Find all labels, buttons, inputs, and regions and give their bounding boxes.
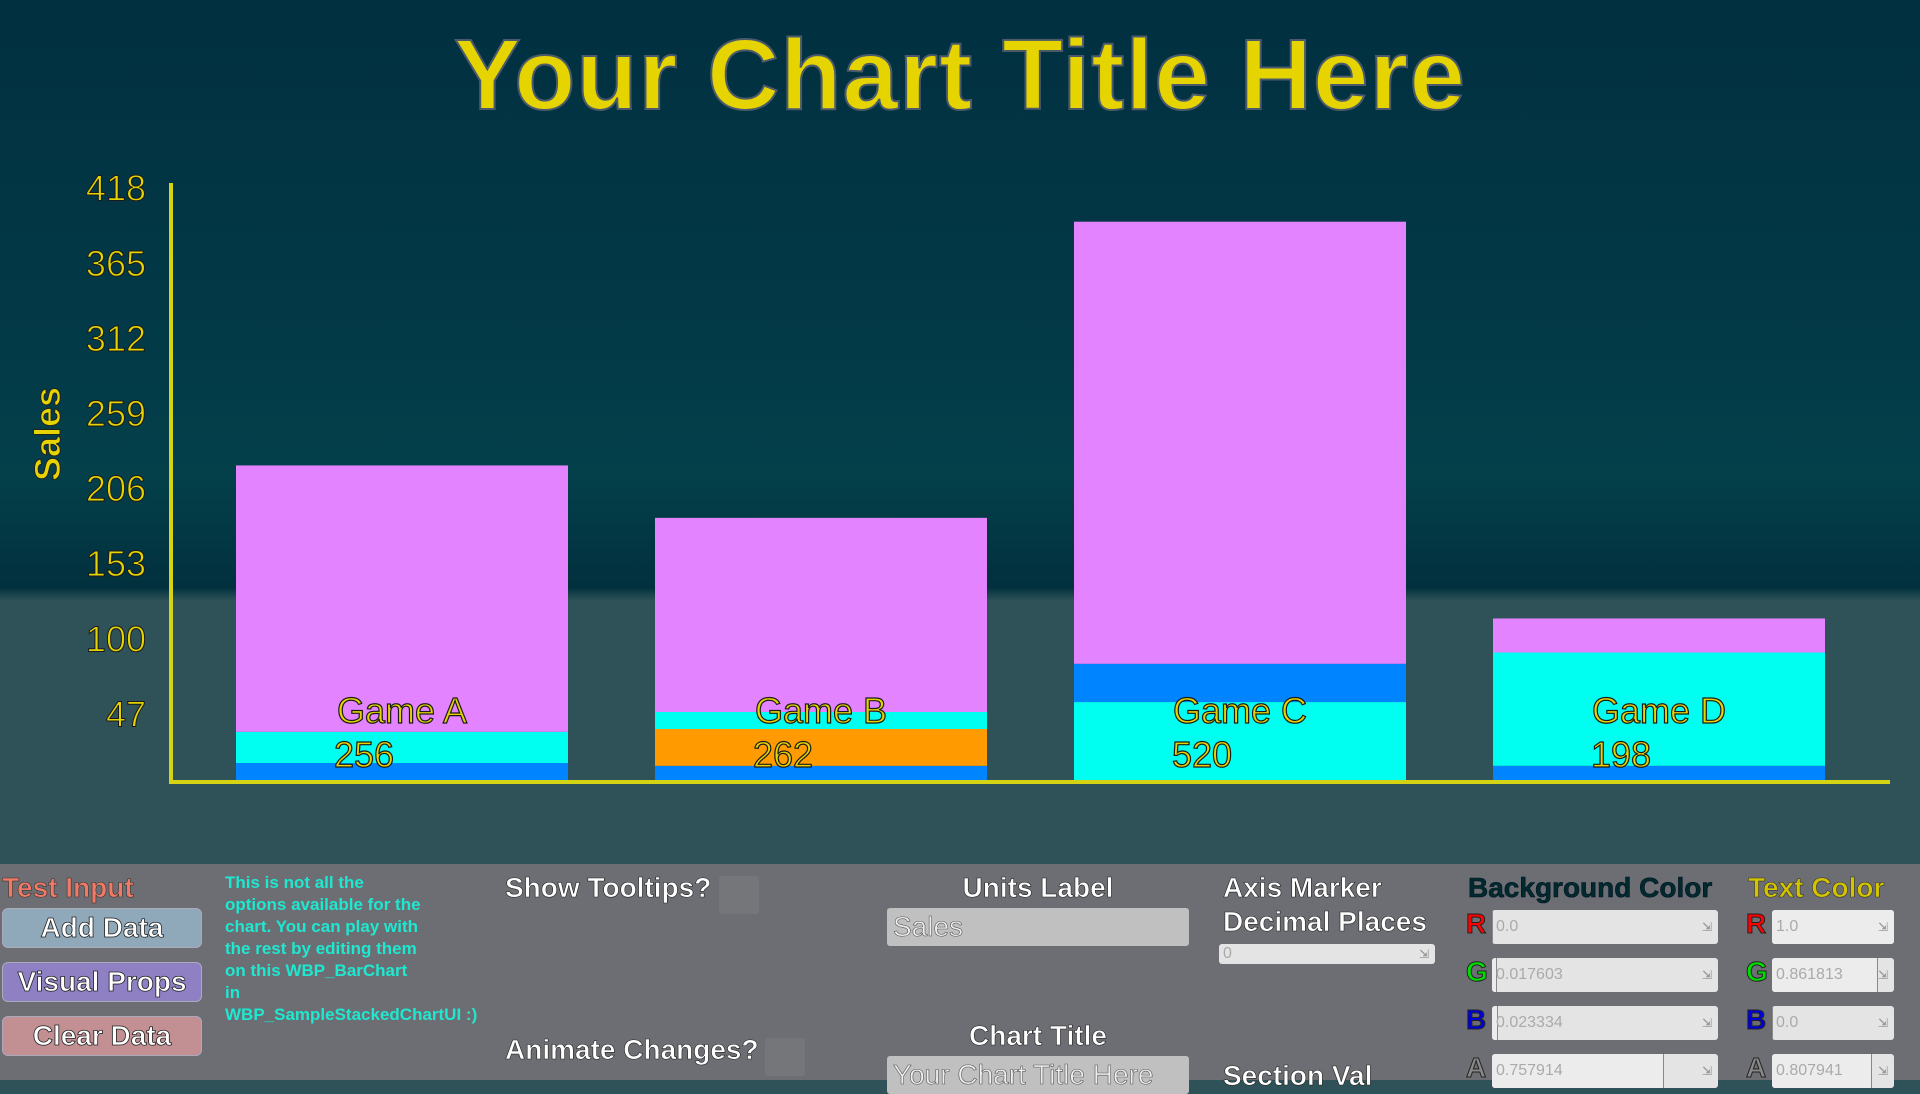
note-line: chart. You can play with: [225, 917, 419, 936]
note-line: This is not all the: [225, 873, 364, 892]
bar-segment: [655, 765, 987, 780]
bar-segment: [236, 762, 568, 780]
text-r-label: R: [1745, 908, 1767, 940]
bar-segment: [655, 728, 987, 766]
axis-marker-heading: Axis Marker: [1223, 872, 1382, 904]
animate-changes-label: Animate Changes?: [505, 1034, 759, 1066]
note-line: options available for the: [225, 895, 421, 914]
bar-segment: [1493, 618, 1825, 653]
settings-panel: Test Input Add Data Visual Props Clear D…: [0, 864, 1920, 1094]
chart-title-heading: Chart Title: [969, 1020, 1108, 1052]
bar-chart-plot: 47 100 153 206 259 312 365 418 Game A256 Game B26…: [85, 167, 1890, 784]
note-line: in: [225, 983, 241, 1002]
visual-props-button[interactable]: Visual Props: [2, 962, 202, 1002]
info-note: This is not all the options available fo…: [225, 872, 477, 1026]
units-label-input[interactable]: Sales: [887, 908, 1189, 946]
show-tooltips-label: Show Tooltips?: [505, 872, 712, 904]
y-tick-label: 418: [86, 168, 146, 209]
spin-grip-icon: ⇲: [1877, 1016, 1888, 1030]
bg-b-input[interactable]: 0.023334 ⇲: [1492, 1006, 1718, 1040]
bar-segment: [655, 517, 987, 712]
clear-data-button[interactable]: Clear Data: [2, 1016, 202, 1056]
test-input-heading: Test Input: [2, 872, 134, 904]
y-tick-label: 47: [106, 693, 146, 734]
y-tick-label: 365: [86, 243, 146, 284]
decimal-places-heading: Decimal Places: [1223, 906, 1428, 938]
y-tick-label: 259: [86, 393, 146, 434]
text-r-input[interactable]: 1.0 ⇲: [1772, 910, 1894, 944]
spin-grip-icon: ⇲: [1418, 947, 1429, 961]
bar-total-label: 198: [1591, 734, 1651, 775]
spin-grip-icon: ⇲: [1701, 1016, 1712, 1030]
spin-grip-icon: ⇲: [1877, 968, 1888, 982]
spin-grip-icon: ⇲: [1877, 1064, 1888, 1078]
bg-g-input[interactable]: 0.017603 ⇲: [1492, 958, 1718, 992]
bg-g-label: G: [1466, 956, 1489, 988]
add-data-button[interactable]: Add Data: [2, 908, 202, 948]
text-g-label: G: [1746, 956, 1769, 988]
bg-a-input[interactable]: 0.757914 ⇲: [1492, 1054, 1718, 1088]
y-tick-label: 100: [86, 618, 146, 659]
text-a-input[interactable]: 0.807941 ⇲: [1772, 1054, 1894, 1088]
note-line: WBP_SampleStackedChartUI :): [225, 1005, 478, 1024]
bg-b-label: B: [1465, 1004, 1487, 1036]
section-val-heading: Section Val: [1223, 1060, 1373, 1092]
text-g-input[interactable]: 0.861813 ⇲: [1772, 958, 1894, 992]
units-label-heading: Units Label: [962, 872, 1114, 904]
y-tick-label: 312: [86, 318, 146, 359]
spin-grip-icon: ⇲: [1701, 1064, 1712, 1078]
bar-category-label: Game B: [755, 690, 887, 731]
note-line: on this WBP_BarChart: [225, 961, 408, 980]
y-tick-label: 153: [86, 543, 146, 584]
bg-r-label: R: [1465, 908, 1487, 940]
animate-changes-checkbox[interactable]: [765, 1038, 805, 1076]
text-b-label: B: [1745, 1004, 1767, 1036]
bar-segment: [236, 731, 568, 763]
show-tooltips-checkbox[interactable]: [719, 876, 759, 914]
text-b-input[interactable]: 0.0 ⇲: [1772, 1006, 1894, 1040]
spin-grip-icon: ⇲: [1877, 920, 1888, 934]
y-tick-label: 206: [86, 468, 146, 509]
spin-grip-icon: ⇲: [1701, 968, 1712, 982]
bar-segment: [1493, 765, 1825, 780]
bar-category-label: Game D: [1592, 690, 1726, 731]
bar-total-label: 520: [1172, 734, 1232, 775]
chart-title-input[interactable]: Your Chart Title Here: [887, 1056, 1189, 1094]
text-a-label: A: [1745, 1052, 1767, 1084]
bar-segment: [1074, 221, 1406, 664]
note-line: the rest by editing them: [225, 939, 417, 958]
bg-a-label: A: [1465, 1052, 1487, 1084]
bar-total-label: 262: [753, 734, 813, 775]
spin-grip-icon: ⇲: [1701, 920, 1712, 934]
chart-area: Your Chart Title Here Sales 47 100 153 206 2…: [0, 0, 1920, 864]
text-color-heading: Text Color: [1748, 872, 1885, 904]
bg-r-input[interactable]: 0.0 ⇲: [1492, 910, 1718, 944]
axis-marker-decimal-input[interactable]: 0 ⇲: [1219, 944, 1435, 964]
bar-total-label: 256: [334, 734, 394, 775]
bar-category-label: Game C: [1173, 690, 1307, 731]
bar-category-label: Game A: [337, 690, 467, 731]
background-color-heading: Background Color: [1468, 872, 1713, 904]
